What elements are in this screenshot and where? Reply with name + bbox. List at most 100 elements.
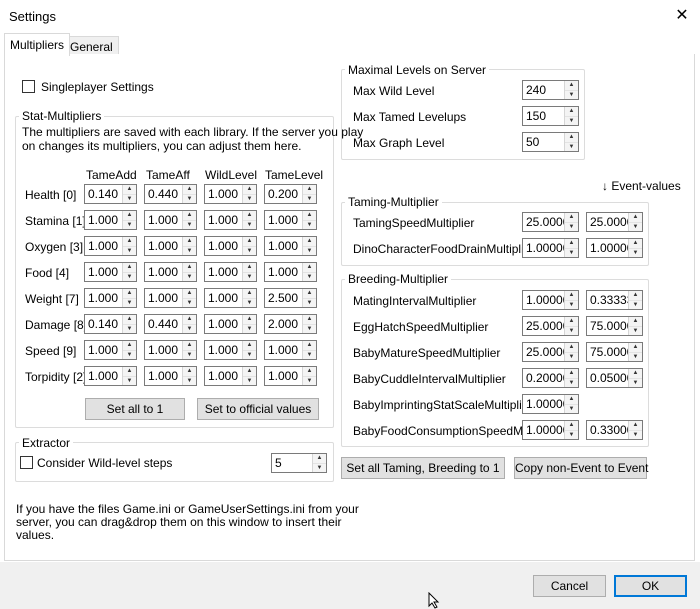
stat-tameadd-input[interactable]: 1.000 ▲ ▼ [84,340,137,360]
spin-down-icon[interactable]: ▼ [565,404,578,413]
consider-wild-steps-checkbox[interactable] [20,456,33,469]
spin-up-icon[interactable]: ▲ [243,263,256,272]
spin-down-icon[interactable]: ▼ [565,300,578,309]
spin-down-icon[interactable]: ▼ [123,350,136,359]
breeding-event-input[interactable]: 0.33000▲▼ [586,420,643,440]
spin-down-icon[interactable]: ▼ [243,194,256,203]
stat-wildlevel-input[interactable]: 1.000 ▲ ▼ [204,340,257,360]
max-level-input[interactable]: 240 ▲ ▼ [522,80,579,100]
breeding-multiplier-input[interactable]: 1.00000▲▼ [522,290,579,310]
ok-button[interactable]: OK [614,575,687,597]
spin-down-icon[interactable]: ▼ [183,350,196,359]
stat-tamelevel-input[interactable]: 1.000 ▲ ▼ [264,236,317,256]
spin-down-icon[interactable]: ▼ [243,376,256,385]
set-all-taming-breeding-button[interactable]: Set all Taming, Breeding to 1 [341,457,505,479]
spin-up-icon[interactable]: ▲ [183,263,196,272]
spin-down-icon[interactable]: ▼ [313,463,326,472]
spin-down-icon[interactable]: ▼ [183,194,196,203]
spin-up-icon[interactable]: ▲ [303,341,316,350]
spin-down-icon[interactable]: ▼ [629,326,642,335]
spin-up-icon[interactable]: ▲ [565,81,578,90]
spin-up-icon[interactable]: ▲ [183,185,196,194]
spin-up-icon[interactable]: ▲ [243,367,256,376]
spin-up-icon[interactable]: ▲ [565,239,578,248]
spin-down-icon[interactable]: ▼ [183,272,196,281]
spin-up-icon[interactable]: ▲ [565,317,578,326]
spin-up-icon[interactable]: ▲ [629,213,642,222]
wild-level-steps-stepper[interactable]: 5 ▲ ▼ [271,453,327,473]
spin-up-icon[interactable]: ▲ [183,237,196,246]
stat-tameadd-input[interactable]: 1.000 ▲ ▼ [84,262,137,282]
stat-tameaff-input[interactable]: 0.440 ▲ ▼ [144,184,197,204]
spin-up-icon[interactable]: ▲ [123,237,136,246]
spin-up-icon[interactable]: ▲ [565,291,578,300]
spin-up-icon[interactable]: ▲ [565,213,578,222]
tab-multipliers[interactable]: Multipliers [4,33,71,56]
spin-up-icon[interactable]: ▲ [183,367,196,376]
stat-tameaff-input[interactable]: 1.000 ▲ ▼ [144,288,197,308]
stat-tamelevel-input[interactable]: 0.200 ▲ ▼ [264,184,317,204]
spin-down-icon[interactable]: ▼ [123,298,136,307]
spin-up-icon[interactable]: ▲ [243,289,256,298]
spin-up-icon[interactable]: ▲ [629,369,642,378]
spin-down-icon[interactable]: ▼ [183,324,196,333]
spin-down-icon[interactable]: ▼ [303,350,316,359]
spin-down-icon[interactable]: ▼ [243,298,256,307]
breeding-multiplier-input[interactable]: 1.00000▲▼ [522,394,579,414]
spin-down-icon[interactable]: ▼ [183,298,196,307]
spin-up-icon[interactable]: ▲ [123,315,136,324]
breeding-multiplier-input[interactable]: 25.0000▲▼ [522,316,579,336]
stat-wildlevel-input[interactable]: 1.000 ▲ ▼ [204,236,257,256]
copy-non-event-to-event-button[interactable]: Copy non-Event to Event [514,457,648,479]
set-official-values-button[interactable]: Set to official values [197,398,319,420]
stat-tameaff-input[interactable]: 1.000 ▲ ▼ [144,236,197,256]
stat-wildlevel-input[interactable]: 1.000 ▲ ▼ [204,314,257,334]
spin-up-icon[interactable]: ▲ [123,289,136,298]
spin-down-icon[interactable]: ▼ [243,272,256,281]
stat-tameaff-input[interactable]: 0.440 ▲ ▼ [144,314,197,334]
spin-up-icon[interactable]: ▲ [183,289,196,298]
stat-tameadd-input[interactable]: 0.140 ▲ ▼ [84,184,137,204]
spin-up-icon[interactable]: ▲ [303,315,316,324]
stat-tamelevel-input[interactable]: 1.000 ▲ ▼ [264,262,317,282]
stat-tameadd-input[interactable]: 0.140 ▲ ▼ [84,314,137,334]
stat-tameadd-input[interactable]: 1.000 ▲ ▼ [84,366,137,386]
spin-down-icon[interactable]: ▼ [303,194,316,203]
spin-up-icon[interactable]: ▲ [243,211,256,220]
spin-down-icon[interactable]: ▼ [629,430,642,439]
stat-wildlevel-input[interactable]: 1.000 ▲ ▼ [204,288,257,308]
spin-up-icon[interactable]: ▲ [565,369,578,378]
close-icon[interactable]: ✕ [670,6,694,26]
spin-up-icon[interactable]: ▲ [629,343,642,352]
stat-wildlevel-input[interactable]: 1.000 ▲ ▼ [204,262,257,282]
spin-down-icon[interactable]: ▼ [303,324,316,333]
spin-down-icon[interactable]: ▼ [123,376,136,385]
breeding-event-input[interactable]: 75.0000▲▼ [586,342,643,362]
spin-down-icon[interactable]: ▼ [123,194,136,203]
taming-multiplier-input[interactable]: 1.00000▲▼ [522,238,579,258]
spin-down-icon[interactable]: ▼ [243,350,256,359]
spin-up-icon[interactable]: ▲ [303,237,316,246]
spin-up-icon[interactable]: ▲ [183,211,196,220]
stat-tameaff-input[interactable]: 1.000 ▲ ▼ [144,210,197,230]
stat-tamelevel-input[interactable]: 1.000 ▲ ▼ [264,340,317,360]
spin-up-icon[interactable]: ▲ [123,263,136,272]
spin-up-icon[interactable]: ▲ [565,133,578,142]
spin-up-icon[interactable]: ▲ [123,341,136,350]
spin-up-icon[interactable]: ▲ [243,237,256,246]
spin-down-icon[interactable]: ▼ [629,248,642,257]
max-level-input[interactable]: 50 ▲ ▼ [522,132,579,152]
spin-down-icon[interactable]: ▼ [183,220,196,229]
spin-down-icon[interactable]: ▼ [629,300,642,309]
spin-up-icon[interactable]: ▲ [243,185,256,194]
spin-up-icon[interactable]: ▲ [303,289,316,298]
spin-up-icon[interactable]: ▲ [303,211,316,220]
cancel-button[interactable]: Cancel [533,575,606,597]
stat-tamelevel-input[interactable]: 2.500 ▲ ▼ [264,288,317,308]
breeding-multiplier-input[interactable]: 25.0000▲▼ [522,342,579,362]
spin-down-icon[interactable]: ▼ [123,272,136,281]
breeding-event-input[interactable]: 0.05000▲▼ [586,368,643,388]
taming-event-input[interactable]: 1.00000▲▼ [586,238,643,258]
stat-tameadd-input[interactable]: 1.000 ▲ ▼ [84,210,137,230]
breeding-multiplier-input[interactable]: 1.00000▲▼ [522,420,579,440]
